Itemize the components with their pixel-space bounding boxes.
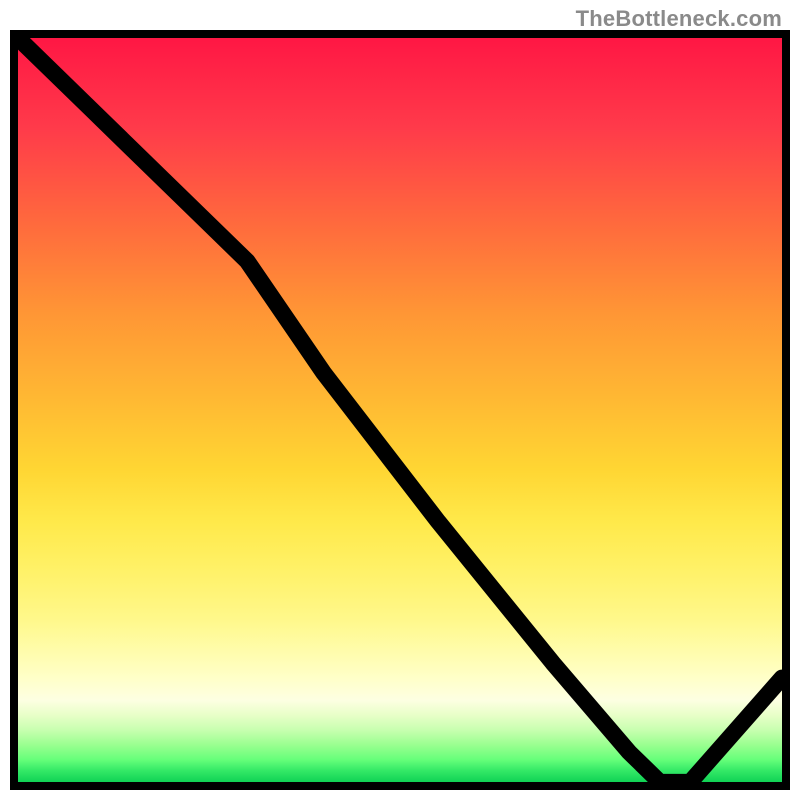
watermark-text: TheBottleneck.com <box>576 6 782 32</box>
plot-area <box>10 30 790 790</box>
chart-svg <box>18 38 782 782</box>
data-curve <box>18 38 782 782</box>
chart-container: TheBottleneck.com <box>0 0 800 800</box>
